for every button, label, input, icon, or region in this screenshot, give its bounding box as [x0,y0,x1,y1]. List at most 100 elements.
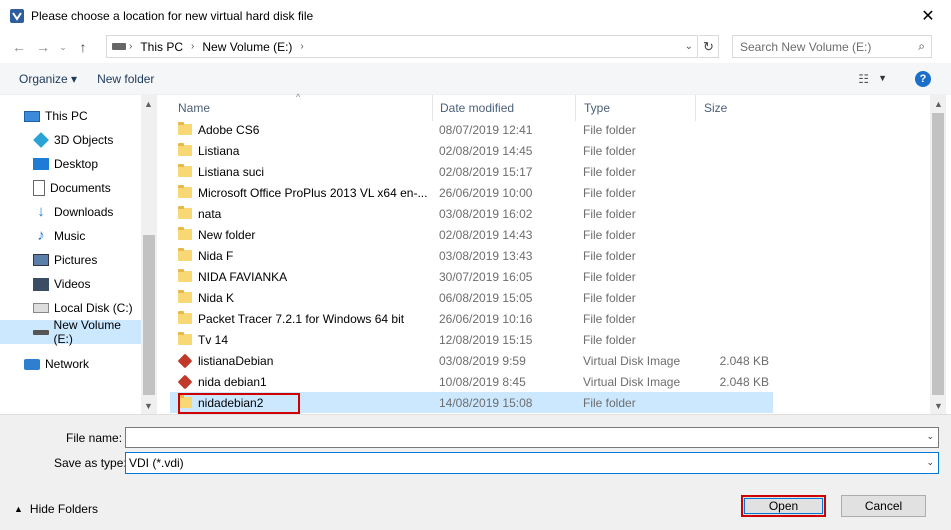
file-size [698,182,769,203]
column-header-type[interactable]: Type [576,95,696,121]
nav-item-videos[interactable]: Videos [0,272,141,296]
nav-item-this-pc[interactable]: This PC [0,104,141,128]
back-arrow-icon[interactable]: ← [7,35,31,59]
nav-item-downloads[interactable]: ↓ Downloads [0,200,141,224]
file-row[interactable]: Packet Tracer 7.2.1 for Windows 64 bit 26… [170,308,773,329]
nav-item-label: Local Disk (C:) [54,301,133,315]
file-row[interactable]: Nida K 06/08/2019 15:05 File folder [170,287,773,308]
folder-icon [178,122,192,135]
file-name-cell: listianaDebian [178,350,428,371]
address-row: ← → ⌄ ↑ › This PC › New Volume (E:) › ⌄ … [0,31,951,63]
chevron-down-icon[interactable]: ⌄ [926,431,934,442]
scrollbar-thumb[interactable] [932,113,944,395]
nav-item-documents[interactable]: Documents [0,176,141,200]
file-row[interactable]: NIDA FAVIANKA 30/07/2019 16:05 File folder [170,266,773,287]
folder-icon [178,248,192,261]
savetype-select[interactable]: VDI (*.vdi) ⌄ [125,452,939,474]
up-arrow-icon[interactable]: ↑ [71,35,95,59]
file-date: 14/08/2019 15:08 [439,395,533,410]
scroll-up-icon[interactable]: ▲ [144,99,153,109]
new-folder-button[interactable]: New folder [87,72,164,86]
scrollbar-thumb[interactable] [143,235,155,395]
filename-input[interactable]: ⌄ [125,427,939,448]
file-row[interactable]: listianaDebian 03/08/2019 9:59 Virtual Dis… [170,350,773,371]
hide-folders-button[interactable]: ▲ Hide Folders [14,502,98,516]
nav-item-label: New Volume (E:) [53,318,121,346]
file-row[interactable]: Adobe CS6 08/07/2019 12:41 File folder [170,119,773,140]
file-row[interactable]: Listiana suci 02/08/2019 15:17 File folder [170,161,773,182]
file-name: Packet Tracer 7.2.1 for Windows 64 bit [198,311,405,326]
file-name-cell: Microsoft Office ProPlus 2013 VL x64 en-… [178,182,428,203]
nav-item-network[interactable]: Network [0,352,141,376]
file-type: Virtual Disk Image [583,353,681,368]
file-row[interactable]: Listiana 02/08/2019 14:45 File folder [170,140,773,161]
breadcrumb-new-volume[interactable]: New Volume (E:) [197,40,297,54]
refresh-icon[interactable]: ↻ [699,35,719,58]
help-icon[interactable]: ? [915,71,931,87]
folder-icon [178,143,192,156]
nav-item-label: 3D Objects [54,133,114,147]
file-type: File folder [583,185,636,200]
nav-item-desktop[interactable]: Desktop [0,152,141,176]
file-row[interactable]: New folder 02/08/2019 14:43 File folder [170,224,773,245]
nav-item-label: Downloads [54,205,114,219]
nav-item-label: Pictures [54,253,98,267]
column-label: Name [178,101,211,115]
folder-icon [178,332,192,345]
title-bar: Please choose a location for new virtual… [0,0,951,31]
file-size [698,140,769,161]
file-row[interactable]: Microsoft Office ProPlus 2013 VL x64 en-… [170,182,773,203]
scroll-down-icon[interactable]: ▼ [934,401,943,411]
column-header-size[interactable]: Size [696,95,773,121]
file-type: File folder [583,164,636,179]
command-bar: Organize ▾ New folder ☷ ▼ ? [0,63,951,95]
close-icon[interactable]: ✕ [905,0,951,31]
address-bar[interactable]: › This PC › New Volume (E:) › ⌄ [106,35,698,58]
file-row[interactable]: nata 03/08/2019 16:02 File folder [170,203,773,224]
nav-item-music[interactable]: ♪ Music [0,224,141,248]
scroll-up-icon[interactable]: ▲ [934,99,943,109]
file-row[interactable]: Nida F 03/08/2019 13:43 File folder [170,245,773,266]
pc-icon [24,110,40,122]
view-dropdown-icon[interactable]: ▼ [878,73,887,83]
desktop-icon [33,158,49,170]
virtualbox-icon [10,8,24,23]
file-date: 02/08/2019 14:43 [439,227,533,242]
file-row[interactable]: Tv 14 12/08/2019 15:15 File folder [170,329,773,350]
navigation-scrollbar[interactable]: ▲ ▼ [141,95,157,414]
search-input[interactable]: Search New Volume (E:) ⌕ [732,35,932,58]
file-date: 02/08/2019 15:17 [439,164,533,179]
nav-item-pictures[interactable]: Pictures [0,248,141,272]
scroll-down-icon[interactable]: ▼ [144,401,153,411]
folder-icon [178,311,192,324]
chevron-down-icon[interactable]: ⌄ [685,41,693,52]
cancel-button[interactable]: Cancel [841,495,926,517]
file-size: 2.048 KB [719,374,769,389]
column-header-name[interactable]: Name ^ [170,92,433,121]
file-type: File folder [583,248,636,263]
file-size [698,119,769,140]
drive-icon [33,329,49,335]
file-list-scrollbar[interactable]: ▲ ▼ [930,95,946,414]
nav-item-label: Network [45,357,90,371]
file-list: Name ^ Date modified Type Size Adobe CS6… [170,92,930,414]
nav-item-3d-objects[interactable]: 3D Objects [0,128,141,152]
organize-button[interactable]: Organize ▾ [9,72,87,86]
nav-item-label: This PC [45,109,88,123]
file-size: 2.048 KB [719,353,769,368]
folder-icon [178,290,192,303]
view-options-icon[interactable]: ☷ [858,72,869,86]
nav-item-local-disk-c[interactable]: Local Disk (C:) [0,296,141,320]
forward-arrow-icon[interactable]: → [31,35,55,59]
drive-icon [33,303,49,313]
recent-locations-chevron-icon[interactable]: ⌄ [55,35,71,59]
column-header-date[interactable]: Date modified [432,95,576,121]
open-button[interactable]: Open [741,495,826,517]
nav-item-new-volume-e[interactable]: New Volume (E:) [0,318,141,346]
chevron-down-icon[interactable]: ⌄ [926,457,934,468]
file-size [698,329,769,350]
file-row[interactable]: nida debian1 10/08/2019 8:45 Virtual Disk … [170,371,773,392]
breadcrumb-this-pc[interactable]: This PC [135,40,188,54]
chevron-right-icon[interactable]: › [297,41,306,52]
folder-icon [178,164,192,177]
